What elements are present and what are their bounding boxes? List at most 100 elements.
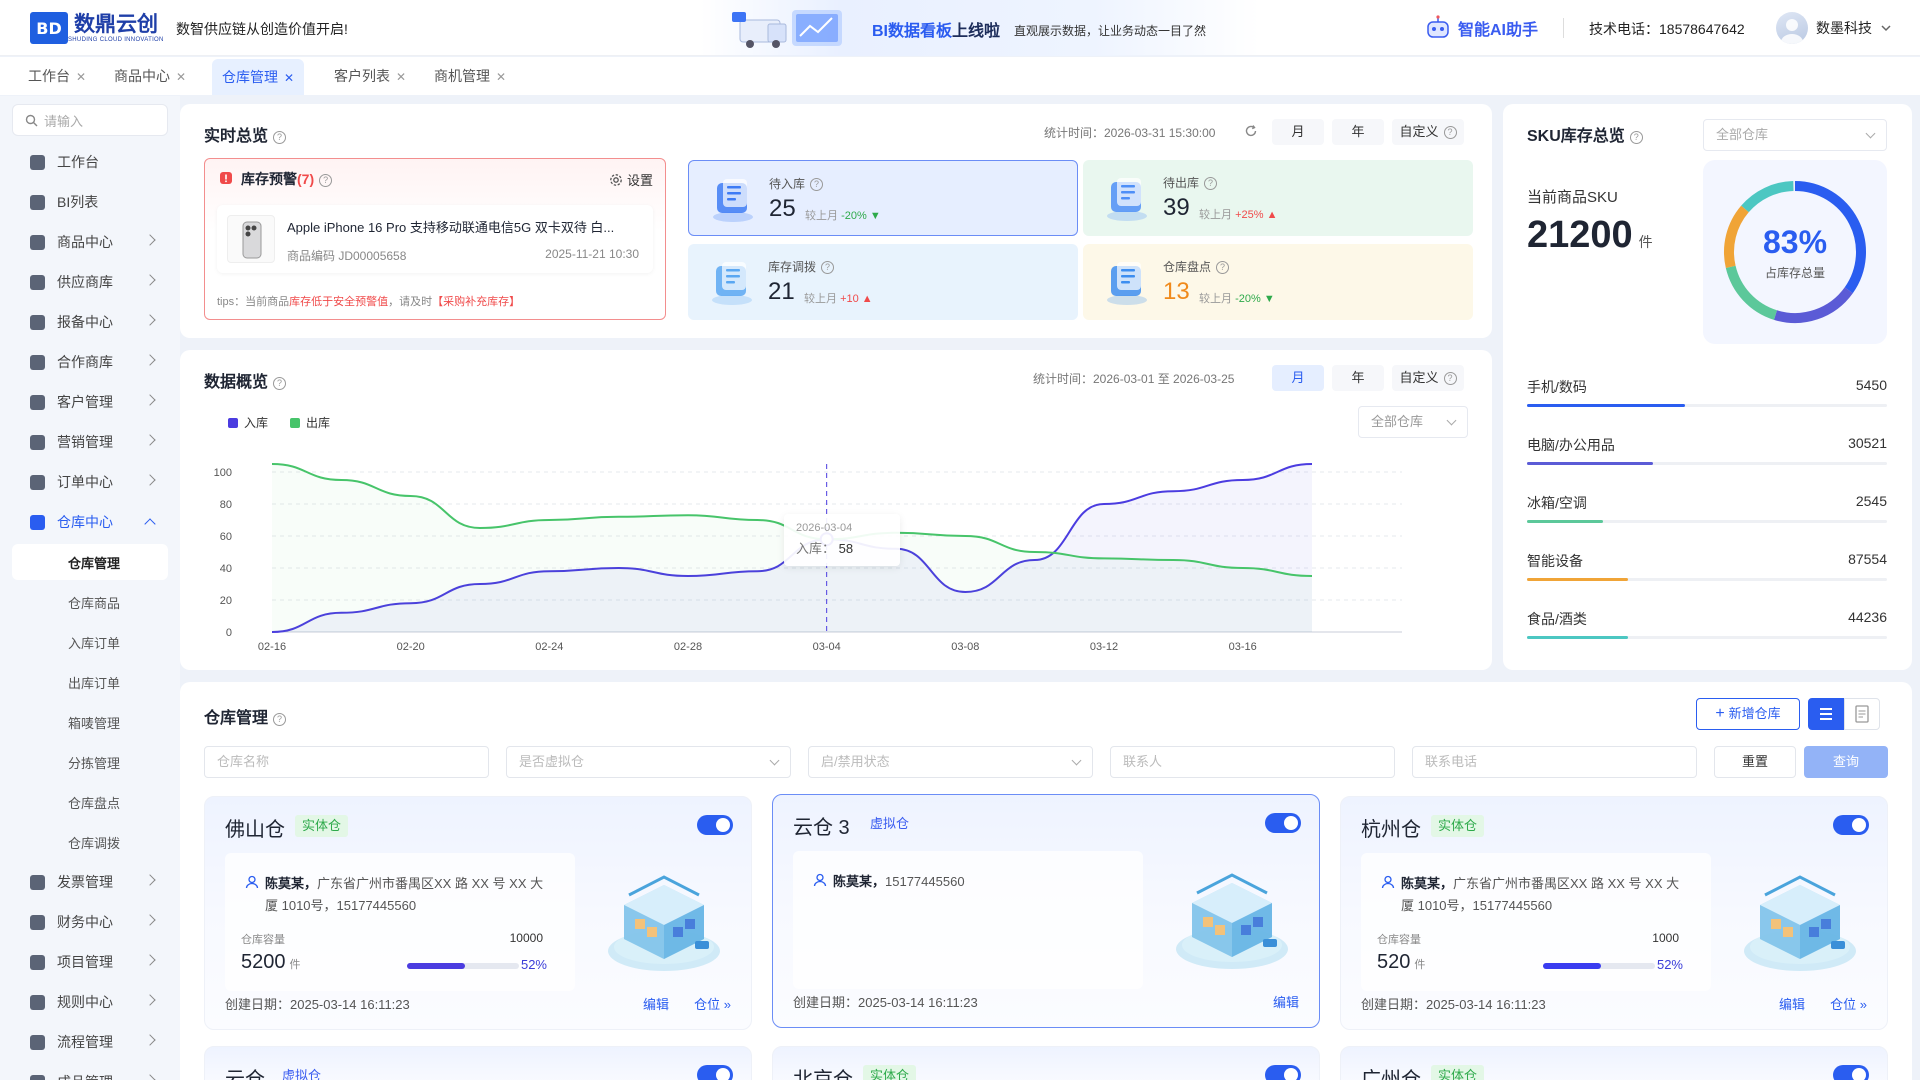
ai-assistant-button[interactable]: 智能AI助手 (1424, 14, 1538, 42)
sidebar-item-workflow[interactable]: 流程管理 (12, 1024, 168, 1060)
card-view-toggle[interactable] (1808, 698, 1844, 730)
location-link[interactable]: 仓位 » (694, 994, 731, 1013)
stat-card-transfer[interactable]: 库存调拨? 21 较上月 +10 ▲ (688, 244, 1078, 320)
stat-card-pending-inbound[interactable]: 待入库? 25 较上月 -20% ▼ (688, 160, 1078, 236)
sidebar-item-finance[interactable]: 财务中心 (12, 904, 168, 940)
refresh-icon[interactable] (1244, 124, 1258, 138)
sku-warehouse-select[interactable]: 全部仓库 (1703, 119, 1887, 151)
sidebar-item-project[interactable]: 项目管理 (12, 944, 168, 980)
warehouse-name: 佛山仓 (225, 819, 285, 841)
edit-link[interactable]: 编辑 (1273, 992, 1299, 1011)
sidebar-item-marketing[interactable]: 营销管理 (12, 424, 168, 460)
sidebar-item-workbench[interactable]: 工作台 (12, 144, 168, 180)
sidebar-subitem-stocktaking[interactable]: 仓库盘点 (12, 784, 168, 820)
warehouse-card-cloud[interactable]: 云仓 虚拟仓 (204, 1046, 752, 1080)
warehouse-card-beijing[interactable]: 北京仓 实体仓 (772, 1046, 1320, 1080)
delivery-truck-illustration (732, 10, 842, 48)
overview-period-custom-button[interactable]: 自定义? (1392, 365, 1464, 391)
warning-product-row[interactable]: Apple iPhone 16 Pro 支持移动联通电信5G 双卡双待 白...… (217, 205, 653, 273)
location-link[interactable]: 仓位 » (1830, 994, 1867, 1013)
sidebar-item-report[interactable]: 报备中心 (12, 304, 168, 340)
warehouse-card-cloud-3[interactable]: 云仓 3 虚拟仓 陈莫某，15177445560 创建日期：2025-03-14… (772, 794, 1320, 1028)
document-icon (1855, 705, 1869, 723)
period-year-button[interactable]: 年 (1332, 119, 1384, 145)
sidebar-item-product-center[interactable]: 商品中心 (12, 224, 168, 260)
sidebar-subitem-warehouse-management[interactable]: 仓库管理 (12, 544, 168, 580)
legend-item-inbound[interactable]: 入库 (228, 414, 268, 431)
reset-button[interactable]: 重置 (1714, 746, 1796, 778)
table-view-toggle[interactable] (1844, 698, 1880, 730)
purchase-replenish-link[interactable]: 【采购补充库存】 (432, 296, 520, 308)
help-icon[interactable]: ? (273, 713, 287, 726)
warehouse-enable-toggle[interactable] (697, 1065, 733, 1080)
user-menu[interactable]: 数墨科技 (1776, 12, 1892, 44)
sidebar-item-invoice[interactable]: 发票管理 (12, 864, 168, 900)
warning-product-date: 2025-11-21 10:30 (545, 247, 639, 261)
query-button[interactable]: 查询 (1804, 746, 1888, 778)
edit-link[interactable]: 编辑 (643, 994, 669, 1013)
filter-warehouse-name[interactable]: 仓库名称 (204, 746, 489, 778)
warehouse-type-tag: 虚拟仓 (282, 1068, 322, 1080)
tab-workbench[interactable]: 工作台 ✕ (18, 57, 96, 95)
warehouse-enable-toggle[interactable] (1265, 813, 1301, 833)
help-icon[interactable]: ? (273, 131, 287, 144)
stat-value: 25 (769, 195, 796, 222)
overview-warehouse-select[interactable]: 全部仓库 (1358, 406, 1468, 438)
tab-opportunity-management[interactable]: 商机管理 ✕ (424, 57, 516, 95)
sidebar-subitem-transfer[interactable]: 仓库调拨 (12, 824, 168, 860)
add-warehouse-button[interactable]: + 新增仓库 (1696, 698, 1800, 730)
filter-status[interactable]: 启/禁用状态 (808, 746, 1093, 778)
period-month-button[interactable]: 月 (1272, 119, 1324, 145)
logo[interactable]: BD 数鼎云创 SHUDING CLOUD INNOVATION (30, 12, 164, 44)
chevron-down-icon (769, 755, 780, 766)
sidebar-subitem-sorting[interactable]: 分拣管理 (12, 744, 168, 780)
tab-product-center[interactable]: 商品中心 ✕ (104, 57, 196, 95)
close-icon[interactable]: ✕ (496, 70, 506, 84)
sidebar-item-customer[interactable]: 客户管理 (12, 384, 168, 420)
close-icon[interactable]: ✕ (176, 70, 186, 84)
edit-link[interactable]: 编辑 (1779, 994, 1805, 1013)
bi-banner[interactable]: BI数据看板上线啦 直观展示数据，让业务动态一目了然 (700, 0, 1260, 56)
filter-contact[interactable]: 联系人 (1110, 746, 1395, 778)
warehouse-card-foshan[interactable]: 佛山仓 实体仓 陈莫某，广东省广州市番禺区XX 路 XX 号 XX 大厦 101… (204, 796, 752, 1030)
warehouse-enable-toggle[interactable] (697, 815, 733, 835)
close-icon[interactable]: ✕ (284, 71, 294, 85)
legend-item-outbound[interactable]: 出库 (290, 414, 330, 431)
sidebar-subitem-warehouse-goods[interactable]: 仓库商品 (12, 584, 168, 620)
sidebar-item-label: 规则中心 (57, 994, 113, 1010)
sidebar-item-supplier[interactable]: 供应商库 (12, 264, 168, 300)
tab-customer-list[interactable]: 客户列表 ✕ (324, 57, 416, 95)
sidebar-subitem-inbound-orders[interactable]: 入库订单 (12, 624, 168, 660)
overview-period-year-button[interactable]: 年 (1332, 365, 1384, 391)
close-icon[interactable]: ✕ (76, 70, 86, 84)
warehouse-enable-toggle[interactable] (1833, 1065, 1869, 1080)
warning-settings-button[interactable]: 设置 (609, 170, 653, 189)
help-icon[interactable]: ? (273, 377, 287, 390)
warehouse-card-hangzhou[interactable]: 杭州仓 实体仓 陈莫某，广东省广州市番禺区XX 路 XX 号 XX 大厦 101… (1340, 796, 1888, 1030)
sidebar-subitem-outbound-orders[interactable]: 出库订单 (12, 664, 168, 700)
warehouse-card-guangzhou[interactable]: 广州仓 实体仓 (1340, 1046, 1888, 1080)
close-icon[interactable]: ✕ (396, 70, 406, 84)
stat-card-stocktaking[interactable]: 仓库盘点? 13 较上月 -20% ▼ (1083, 244, 1473, 320)
sidebar-item-finished-goods[interactable]: 成品管理 (12, 1064, 168, 1080)
filter-phone[interactable]: 联系电话 (1412, 746, 1697, 778)
period-custom-button[interactable]: 自定义? (1392, 119, 1464, 145)
help-icon[interactable]: ? (319, 174, 333, 187)
stat-card-pending-outbound[interactable]: 待出库? 39 较上月 +25% ▲ (1083, 160, 1473, 236)
sidebar-item-orders[interactable]: 订单中心 (12, 464, 168, 500)
sidebar-search-input[interactable]: 请输入 (12, 104, 168, 136)
chevron-right-icon (144, 354, 156, 366)
tab-warehouse-management[interactable]: 仓库管理 ✕ (212, 59, 305, 95)
help-icon[interactable]: ? (1629, 131, 1643, 144)
sidebar-item-bi-list[interactable]: BI列表 (12, 184, 168, 220)
overview-period-month-button[interactable]: 月 (1272, 365, 1324, 391)
sidebar-item-rules[interactable]: 规则中心 (12, 984, 168, 1020)
warehouse-enable-toggle[interactable] (1833, 815, 1869, 835)
sidebar-item-warehouse-center[interactable]: 仓库中心 (12, 504, 168, 540)
report-icon (30, 314, 45, 330)
sidebar-subitem-shipping-marks[interactable]: 箱唛管理 (12, 704, 168, 740)
warehouse-enable-toggle[interactable] (1265, 1065, 1301, 1080)
sku-category-bar (1527, 462, 1887, 465)
sidebar-item-partner[interactable]: 合作商库 (12, 344, 168, 380)
filter-is-virtual[interactable]: 是否虚拟仓 (506, 746, 791, 778)
